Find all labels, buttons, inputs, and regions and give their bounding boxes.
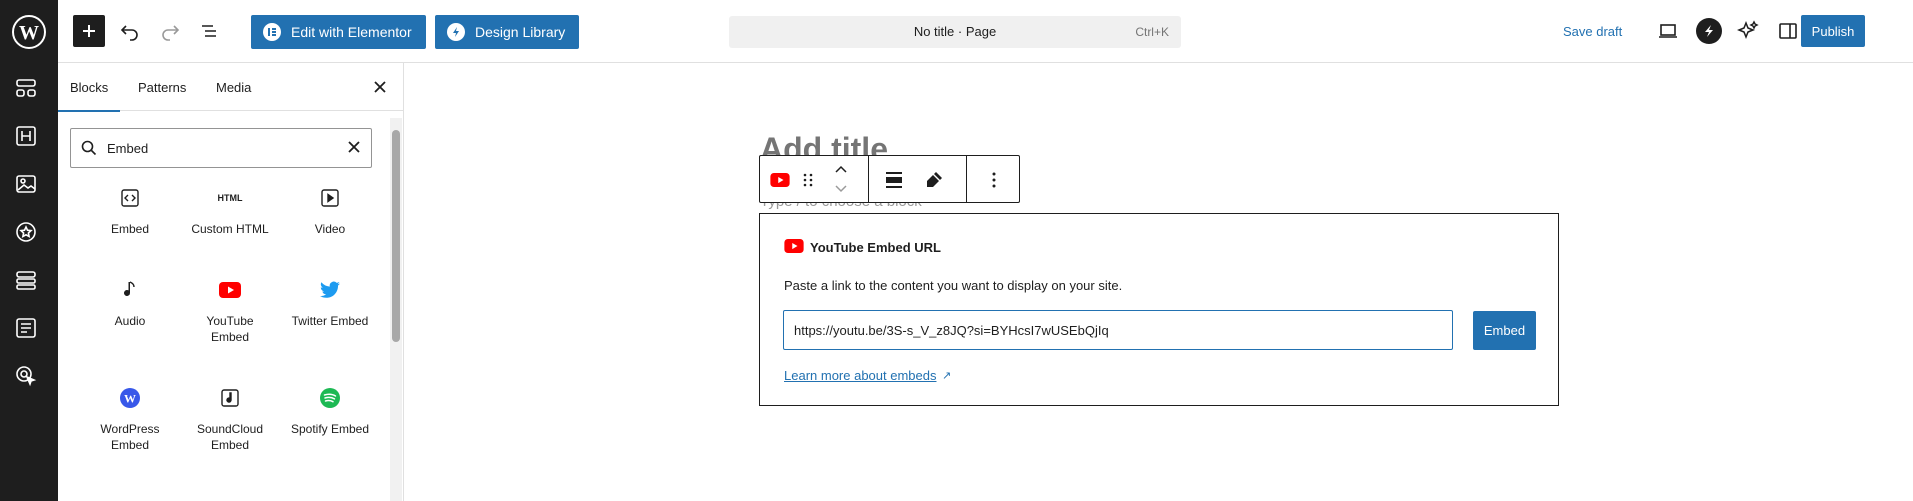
command-palette-bar[interactable]: No title · Page Ctrl+K [729, 16, 1181, 48]
publish-button[interactable]: Publish [1801, 15, 1865, 47]
block-label-line2: Embed [110, 438, 150, 452]
search-input[interactable] [107, 137, 327, 159]
ai-sparkle-icon[interactable] [1736, 19, 1760, 43]
spotify-icon [280, 383, 380, 413]
document-overview-icon[interactable] [198, 19, 222, 43]
block-item-wordpress-embed[interactable]: W WordPress Embed [80, 383, 180, 453]
block-label-line2: Embed [210, 438, 250, 452]
design-library-icon [447, 23, 465, 41]
admin-rail: W [0, 0, 58, 501]
more-options-icon[interactable] [982, 168, 1006, 192]
block-item-custom-html[interactable]: HTML Custom HTML [180, 183, 280, 237]
embed-url-input[interactable] [783, 310, 1453, 350]
embed-button[interactable]: Embed [1473, 311, 1536, 350]
block-label: YouTube [206, 314, 254, 328]
move-down-icon[interactable] [832, 182, 850, 196]
external-link-icon: ↗ [942, 370, 952, 382]
svg-text:W: W [19, 22, 39, 44]
drag-handle-icon[interactable] [800, 168, 816, 192]
block-item-youtube-embed[interactable]: YouTube Embed [180, 275, 280, 345]
redo-icon[interactable] [158, 19, 182, 43]
badge-icon[interactable] [13, 219, 39, 245]
embed-description: Paste a link to the content you want to … [784, 278, 1123, 293]
align-wide-icon[interactable] [882, 168, 906, 192]
media-icon[interactable] [13, 171, 39, 197]
cursor-icon[interactable] [13, 363, 39, 389]
save-draft-button[interactable]: Save draft [1563, 24, 1622, 39]
block-item-twitter-embed[interactable]: Twitter Embed [280, 275, 380, 329]
tab-media[interactable]: Media [216, 80, 251, 95]
edit-with-elementor-label: Edit with Elementor [291, 24, 412, 40]
block-item-spotify-embed[interactable]: Spotify Embed [280, 383, 380, 437]
search-icon [81, 140, 97, 161]
editor-app: W Edit with Elementor Design Library No … [0, 0, 1913, 501]
youtube-embed-placeholder: YouTube Embed URL Paste a link to the co… [759, 213, 1559, 406]
youtube-icon [784, 239, 804, 256]
editor-canvas: Add title Type / to choose a block [405, 63, 1913, 501]
youtube-icon [180, 275, 280, 305]
tab-blocks[interactable]: Blocks [57, 80, 121, 112]
block-item-embed[interactable]: Embed [80, 183, 180, 237]
video-icon [280, 183, 380, 213]
design-library-button[interactable]: Design Library [435, 15, 580, 49]
block-label: WordPress [100, 422, 160, 436]
block-label: Audio [114, 314, 146, 328]
block-search-field[interactable] [70, 128, 372, 168]
close-icon[interactable] [370, 77, 390, 97]
block-label: Video [314, 222, 346, 236]
inserter-tabs: Blocks Patterns Media [57, 63, 404, 112]
block-label: SoundCloud [196, 422, 264, 436]
clear-search-icon[interactable] [347, 140, 361, 159]
audio-icon [80, 275, 180, 305]
layout-icon[interactable] [13, 267, 39, 293]
command-shortcut: Ctrl+K [1135, 25, 1169, 39]
block-item-audio[interactable]: Audio [80, 275, 180, 329]
block-label: Twitter Embed [291, 314, 369, 328]
panel-scrollbar[interactable] [390, 118, 402, 501]
block-label: Custom HTML [191, 222, 269, 236]
embed-icon [80, 183, 180, 213]
block-item-soundcloud-embed[interactable]: SoundCloud Embed [180, 383, 280, 453]
form-icon[interactable] [13, 315, 39, 341]
heading-icon[interactable] [13, 123, 39, 149]
youtube-block-icon[interactable] [768, 168, 792, 192]
jetpack-icon[interactable] [1696, 18, 1722, 44]
svg-text:W: W [124, 392, 136, 406]
move-up-icon[interactable] [832, 162, 850, 176]
wordpress-icon: W [80, 383, 180, 413]
editor-topbar: Edit with Elementor Design Library No ti… [58, 0, 1913, 63]
settings-sidebar-icon[interactable] [1776, 19, 1800, 43]
learn-more-link[interactable]: Learn more about embeds [784, 368, 936, 383]
block-label-line2: Embed [210, 330, 250, 344]
scrollbar-thumb[interactable] [392, 130, 400, 342]
block-label: Embed [110, 222, 150, 236]
templates-icon[interactable] [13, 75, 39, 101]
wordpress-logo[interactable]: W [0, 0, 58, 63]
add-block-button[interactable] [73, 15, 105, 47]
soundcloud-icon [180, 383, 280, 413]
embed-heading: YouTube Embed URL [810, 240, 941, 255]
html-icon: HTML [217, 193, 243, 203]
edit-url-pencil-icon[interactable] [922, 168, 946, 192]
elementor-icon [263, 23, 281, 41]
design-library-label: Design Library [475, 24, 566, 40]
undo-icon[interactable] [118, 19, 142, 43]
block-item-video[interactable]: Video [280, 183, 380, 237]
tab-patterns[interactable]: Patterns [138, 80, 186, 95]
document-title: No title · Page [913, 24, 997, 39]
embed-header: YouTube Embed URL [784, 239, 941, 256]
twitter-icon [280, 275, 380, 305]
block-toolbar [759, 155, 1020, 203]
preview-icon[interactable] [1656, 19, 1680, 43]
block-label: Spotify Embed [290, 422, 370, 436]
edit-with-elementor-button[interactable]: Edit with Elementor [251, 15, 426, 49]
block-inserter-panel: Blocks Patterns Media Embed Embed HTML C… [57, 63, 404, 501]
